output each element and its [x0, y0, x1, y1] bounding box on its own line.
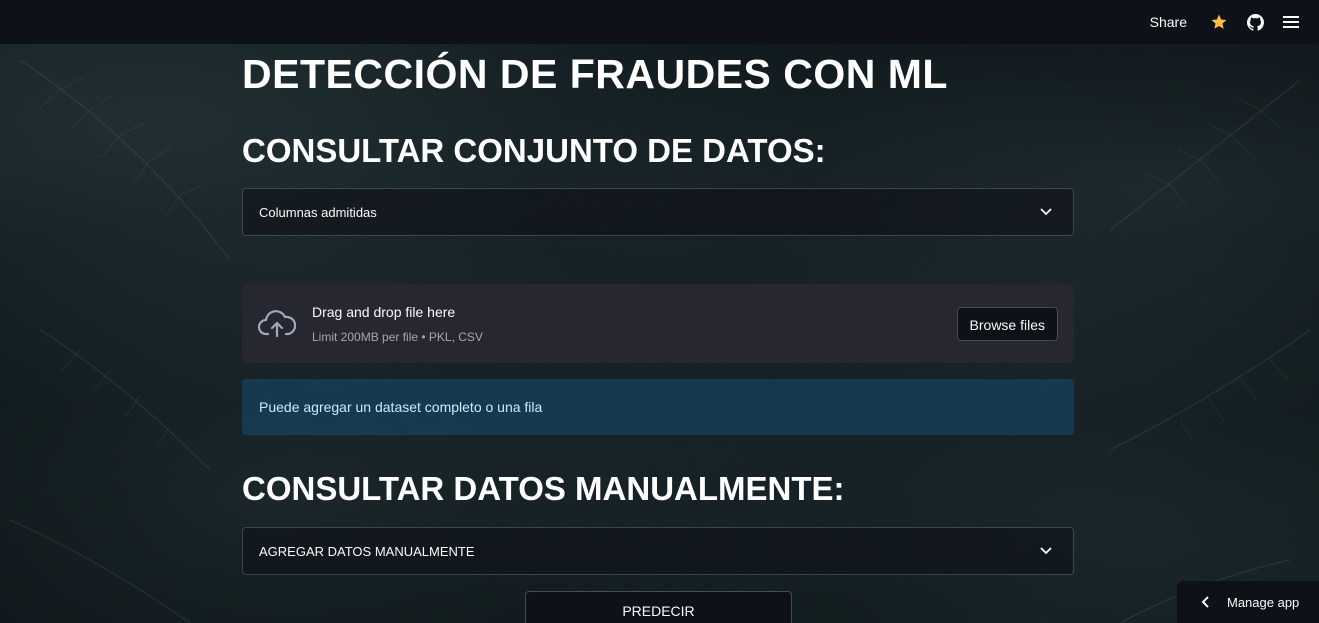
- uploader-main-text: Drag and drop file here: [312, 303, 456, 320]
- manage-app-button[interactable]: Manage app: [1177, 581, 1319, 623]
- section-title-manual: CONSULTAR DATOS MANUALMENTE:: [242, 470, 845, 507]
- predict-button[interactable]: PREDECIR: [525, 591, 792, 623]
- manage-app-label: Manage app: [1227, 594, 1300, 610]
- expander-supported-columns[interactable]: Columnas admitidas: [242, 188, 1074, 236]
- chevron-down-icon: [1039, 544, 1053, 558]
- section-title-dataset: CONSULTAR CONJUNTO DE DATOS:: [242, 132, 826, 169]
- star-icon[interactable]: [1210, 13, 1228, 31]
- app-header: Share: [0, 0, 1319, 44]
- page-title: DETECCIÓN DE FRAUDES CON ML: [242, 51, 948, 97]
- cloud-upload-icon: [258, 309, 296, 338]
- file-uploader-dropzone[interactable]: Drag and drop file here Limit 200MB per …: [242, 284, 1074, 363]
- uploader-instructions: Drag and drop file here Limit 200MB per …: [312, 304, 957, 344]
- share-button[interactable]: Share: [1150, 14, 1187, 30]
- expander-label: Columnas admitidas: [259, 204, 377, 220]
- github-icon[interactable]: [1246, 13, 1264, 31]
- expander-label: AGREGAR DATOS MANUALMENTE: [259, 543, 475, 559]
- uploader-limit-text: Limit 200MB per file • PKL, CSV: [312, 329, 483, 344]
- expander-manual-data[interactable]: AGREGAR DATOS MANUALMENTE: [242, 527, 1074, 575]
- browse-files-button[interactable]: Browse files: [956, 306, 1058, 341]
- hamburger-menu-icon[interactable]: [1282, 13, 1300, 31]
- chevron-left-icon: [1199, 596, 1211, 608]
- info-alert: Puede agregar un dataset completo o una …: [242, 379, 1074, 435]
- chevron-down-icon: [1039, 205, 1053, 219]
